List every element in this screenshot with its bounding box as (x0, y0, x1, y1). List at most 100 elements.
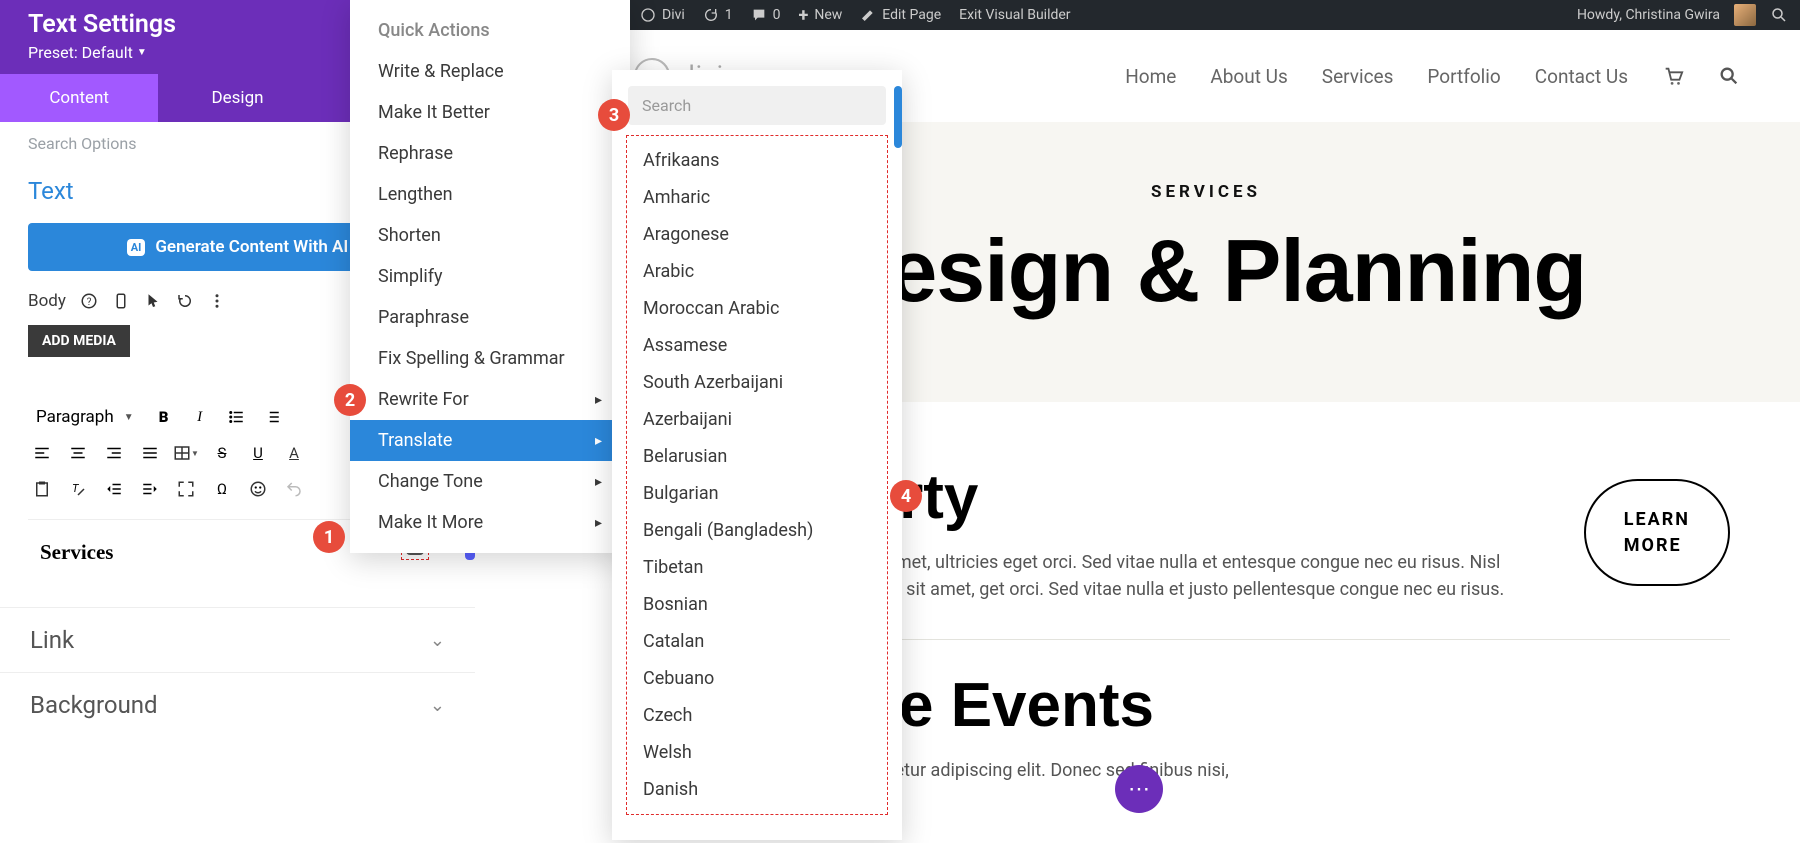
accordion-background[interactable]: Background⌄ (0, 672, 475, 737)
lang-item-danish[interactable]: Danish (627, 771, 887, 808)
align-center-button[interactable] (64, 439, 92, 467)
nav-services[interactable]: Services (1322, 65, 1394, 88)
preset-selector[interactable]: Preset: Default▼ (28, 43, 147, 62)
lang-item-assamese[interactable]: Assamese (627, 327, 887, 364)
qa-header: Quick Actions (350, 10, 630, 51)
lang-item-azerbaijani[interactable]: Azerbaijani (627, 401, 887, 438)
outdent-button[interactable] (100, 475, 128, 503)
reset-icon[interactable] (176, 292, 194, 310)
admin-comments[interactable]: 0 (751, 7, 781, 23)
qa-item-fix-spelling-grammar[interactable]: Fix Spelling & Grammar (350, 338, 630, 379)
qa-item-translate[interactable]: Translate▸ (350, 420, 630, 461)
lang-item-catalan[interactable]: Catalan (627, 623, 887, 660)
ai-icon: AI (127, 239, 146, 256)
lang-item-tibetan[interactable]: Tibetan (627, 549, 887, 586)
emoji-button[interactable] (244, 475, 272, 503)
omega-button[interactable]: Ω (208, 475, 236, 503)
qa-item-write-replace[interactable]: Write & Replace (350, 51, 630, 92)
tab-design[interactable]: Design (158, 74, 316, 122)
generate-ai-label: Generate Content With AI (155, 237, 348, 257)
chevron-down-icon: ▼ (124, 412, 134, 423)
text-color-button[interactable]: A (280, 439, 308, 467)
scrollbar-thumb[interactable] (894, 86, 902, 148)
fullscreen-button[interactable] (172, 475, 200, 503)
qa-item-shorten[interactable]: Shorten (350, 215, 630, 256)
hover-icon[interactable] (144, 292, 162, 310)
more-icon[interactable] (208, 292, 226, 310)
fab-button[interactable]: ⋯ (1115, 765, 1163, 813)
help-icon[interactable]: ? (80, 292, 98, 310)
paragraph-select[interactable]: Paragraph▼ (28, 405, 142, 429)
strike-button[interactable]: S (208, 439, 236, 467)
qa-item-rephrase[interactable]: Rephrase (350, 133, 630, 174)
chevron-down-icon: ▼ (137, 47, 147, 58)
nav-about[interactable]: About Us (1210, 65, 1287, 88)
italic-button[interactable]: I (186, 403, 214, 431)
chevron-down-icon: ⌄ (430, 695, 445, 716)
lang-item-belarusian[interactable]: Belarusian (627, 438, 887, 475)
lang-item-czech[interactable]: Czech (627, 697, 887, 734)
callout-4: 4 (890, 480, 922, 512)
cart-icon[interactable] (1662, 65, 1684, 87)
phone-icon[interactable] (112, 292, 130, 310)
align-right-button[interactable] (100, 439, 128, 467)
callout-1: 1 (313, 521, 345, 553)
qa-item-make-it-more[interactable]: Make It More▸ (350, 502, 630, 543)
qa-item-lengthen[interactable]: Lengthen (350, 174, 630, 215)
table-button[interactable]: ▼ (172, 439, 200, 467)
qa-item-make-it-better[interactable]: Make It Better (350, 92, 630, 133)
tab-content[interactable]: Content (0, 74, 158, 122)
nav-home[interactable]: Home (1125, 65, 1176, 88)
qa-item-simplify[interactable]: Simplify (350, 256, 630, 297)
translate-language-menu: Search AfrikaansAmharicAragoneseArabicMo… (612, 70, 902, 840)
body-label: Body (28, 291, 66, 311)
qa-item-rewrite-for[interactable]: Rewrite For▸ (350, 379, 630, 420)
svg-text:T: T (72, 482, 80, 495)
admin-updates[interactable]: 1 (703, 7, 733, 23)
admin-exit-vb[interactable]: Exit Visual Builder (959, 7, 1070, 23)
callout-2: 2 (334, 384, 366, 416)
lang-item-bulgarian[interactable]: Bulgarian (627, 475, 887, 512)
admin-site[interactable]: Divi (640, 7, 685, 23)
clear-format-button[interactable]: T (64, 475, 92, 503)
align-left-button[interactable] (28, 439, 56, 467)
learn-more-button[interactable]: LEARNMORE (1584, 479, 1730, 585)
lang-item-bengali-bangladesh-[interactable]: Bengali (Bangladesh) (627, 512, 887, 549)
nav-contact[interactable]: Contact Us (1535, 65, 1628, 88)
lang-item-welsh[interactable]: Welsh (627, 734, 887, 771)
admin-new[interactable]: +New (799, 5, 843, 26)
chevron-right-icon: ▸ (595, 474, 602, 490)
underline-button[interactable]: U (244, 439, 272, 467)
lang-item-amharic[interactable]: Amharic (627, 179, 887, 216)
bullet-list-button[interactable] (222, 403, 250, 431)
lang-item-bosnian[interactable]: Bosnian (627, 586, 887, 623)
indent-button[interactable] (136, 475, 164, 503)
lang-item-aragonese[interactable]: Aragonese (627, 216, 887, 253)
quick-actions-menu: Quick Actions Write & ReplaceMake It Bet… (350, 0, 630, 553)
accordion-link[interactable]: Link⌄ (0, 607, 475, 672)
search-icon[interactable] (1770, 6, 1788, 24)
paste-button[interactable] (28, 475, 56, 503)
chevron-right-icon: ▸ (595, 433, 602, 449)
lang-item-arabic[interactable]: Arabic (627, 253, 887, 290)
callout-3: 3 (598, 99, 630, 131)
number-list-button[interactable] (258, 403, 286, 431)
language-list: AfrikaansAmharicAragoneseArabicMoroccan … (626, 135, 888, 815)
nav-portfolio[interactable]: Portfolio (1427, 65, 1500, 88)
add-media-button[interactable]: ADD MEDIA (28, 325, 130, 357)
qa-item-paraphrase[interactable]: Paraphrase (350, 297, 630, 338)
align-justify-button[interactable] (136, 439, 164, 467)
language-search-input[interactable]: Search (628, 86, 886, 125)
undo-button[interactable] (280, 475, 308, 503)
admin-howdy[interactable]: Howdy, Christina Gwira (1577, 7, 1720, 23)
search-icon[interactable] (1718, 65, 1740, 87)
lang-item-cebuano[interactable]: Cebuano (627, 660, 887, 697)
avatar[interactable] (1734, 4, 1756, 26)
qa-item-change-tone[interactable]: Change Tone▸ (350, 461, 630, 502)
chevron-right-icon: ▸ (595, 392, 602, 408)
admin-edit-page[interactable]: Edit Page (860, 7, 941, 23)
lang-item-afrikaans[interactable]: Afrikaans (627, 142, 887, 179)
bold-button[interactable]: B (150, 403, 178, 431)
lang-item-moroccan-arabic[interactable]: Moroccan Arabic (627, 290, 887, 327)
lang-item-south-azerbaijani[interactable]: South Azerbaijani (627, 364, 887, 401)
